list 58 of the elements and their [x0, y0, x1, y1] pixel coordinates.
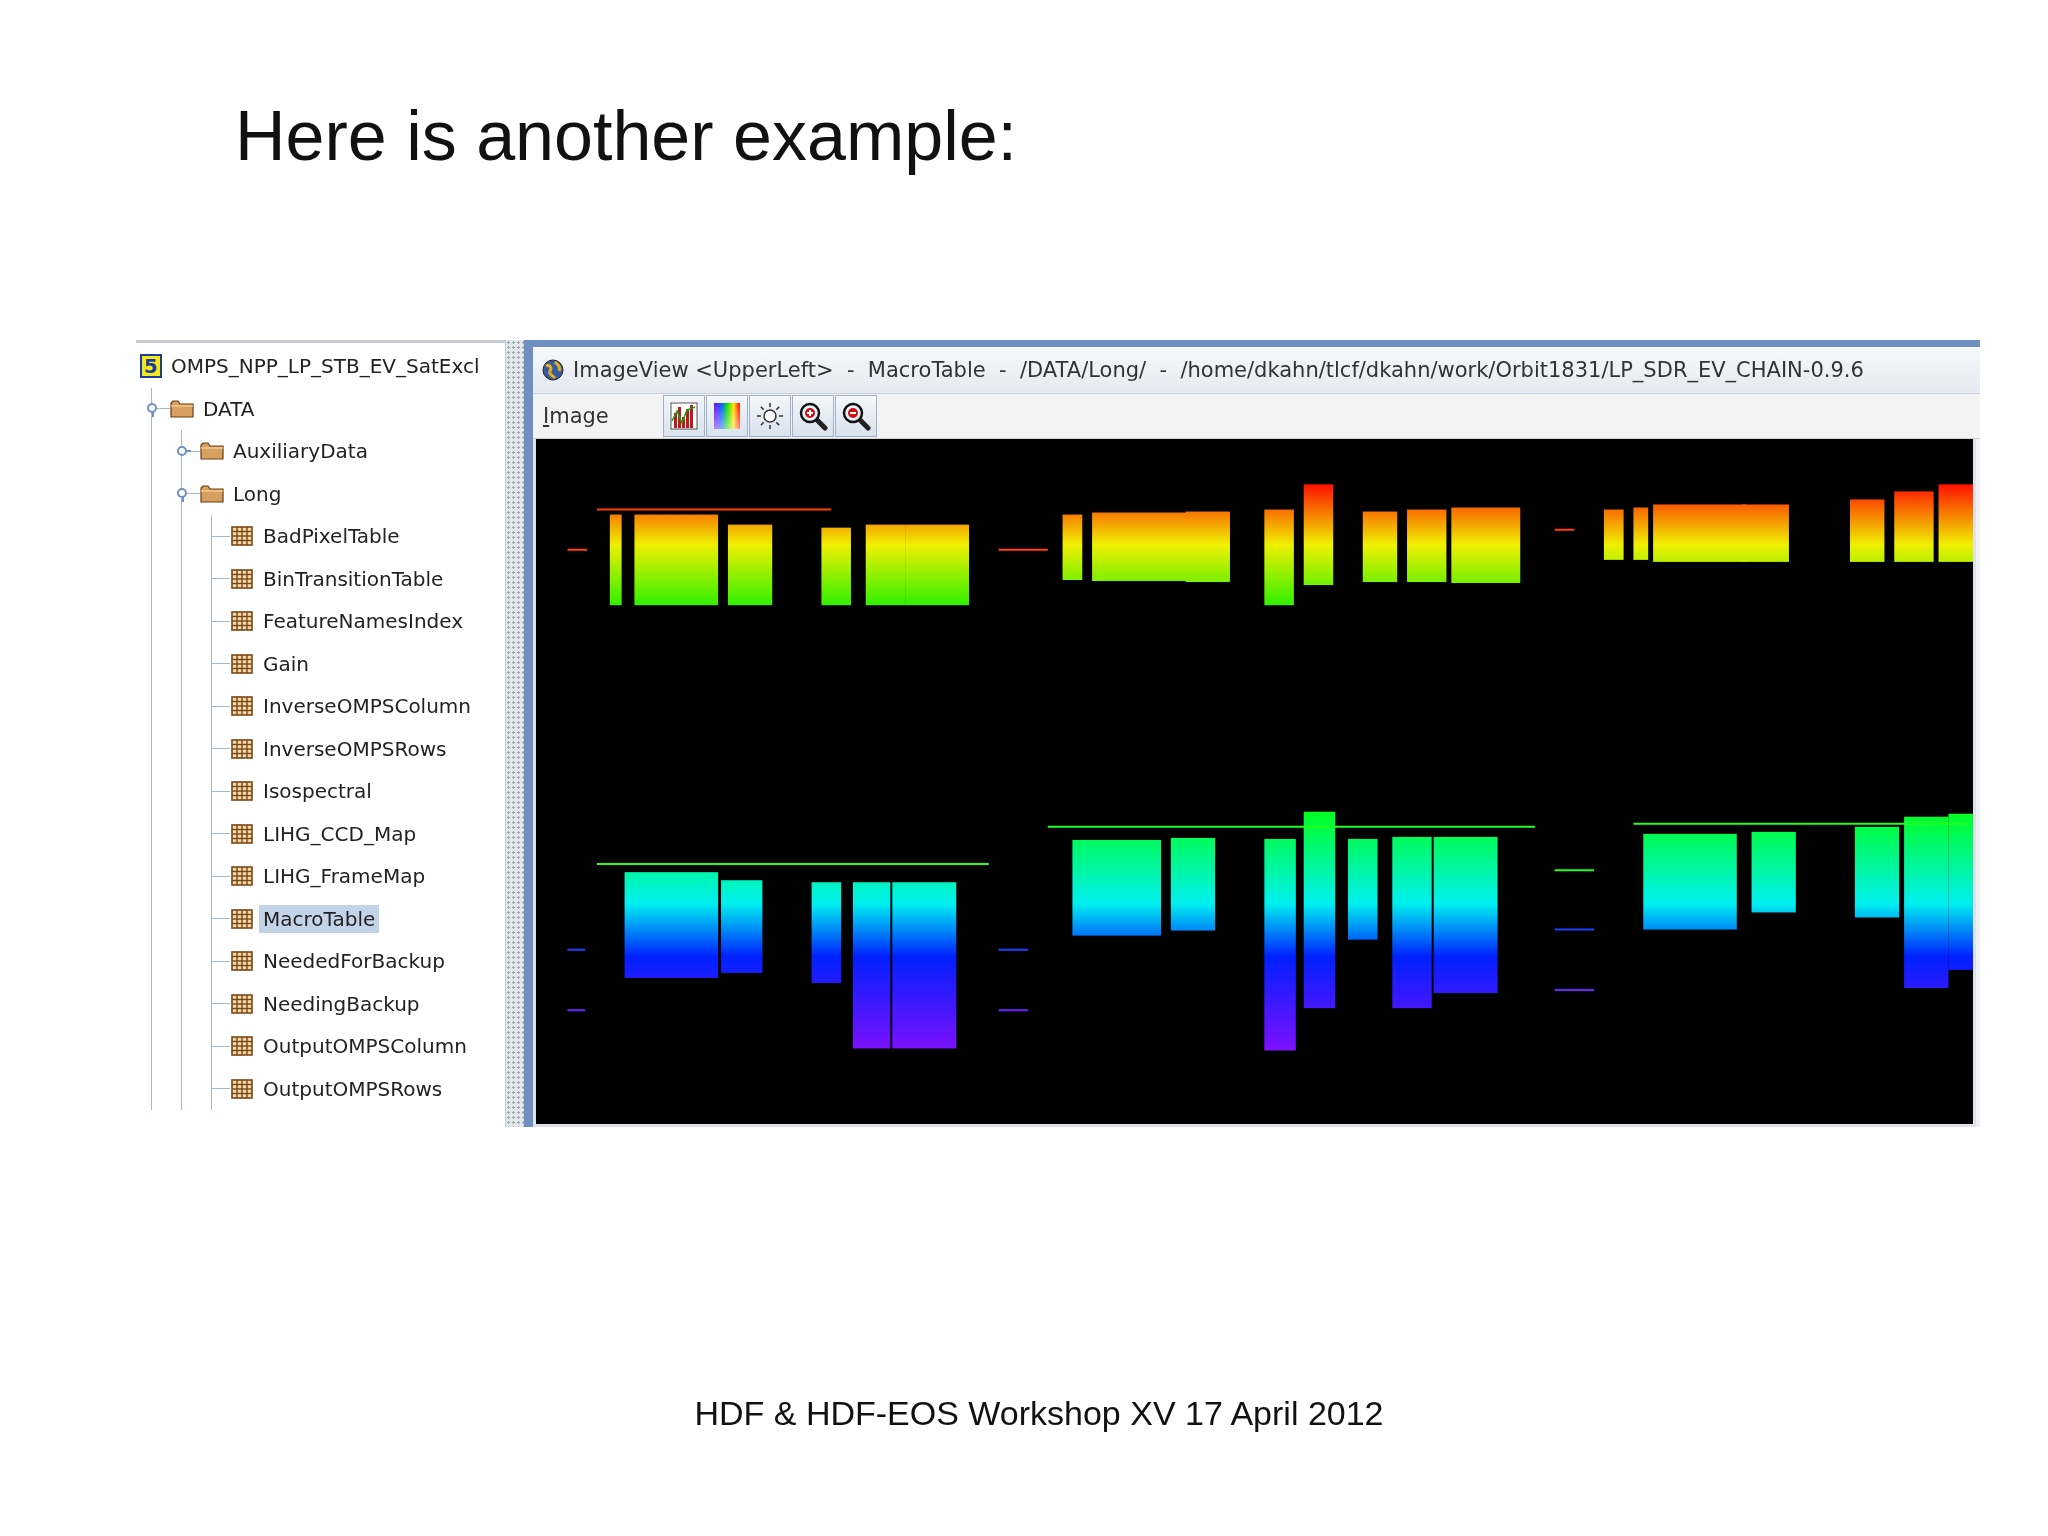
- tree-item[interactable]: NeedingBackup: [259, 989, 424, 1018]
- tree-item[interactable]: LIHG_CCD_Map: [259, 819, 421, 848]
- menu-item[interactable]: Image: [533, 404, 663, 428]
- tree-item[interactable]: FeatureNamesIndex: [259, 607, 468, 636]
- folder-icon: [200, 483, 224, 504]
- globe-icon: [541, 358, 565, 382]
- tree-item[interactable]: DATA: [199, 394, 259, 423]
- tree-item[interactable]: OutputOMPSRows: [259, 1074, 447, 1103]
- data-strip: [1062, 514, 1083, 581]
- table-icon: [230, 992, 254, 1015]
- slide-title: Here is another example:: [235, 96, 1018, 177]
- palette-button[interactable]: [706, 395, 748, 437]
- tree-item[interactable]: InverseOMPSRows: [259, 734, 451, 763]
- brightness-button[interactable]: [749, 395, 791, 437]
- data-strip: [1362, 511, 1398, 583]
- table-icon: [230, 695, 254, 718]
- table-icon: [230, 567, 254, 590]
- table-icon: [230, 950, 254, 973]
- histogram-icon: [669, 401, 699, 431]
- zoom-out-button[interactable]: [835, 395, 877, 437]
- data-strip: [1849, 499, 1885, 562]
- file-icon: 5: [140, 354, 162, 379]
- table-icon: [230, 822, 254, 845]
- brightness-icon: [755, 401, 785, 431]
- tree-item[interactable]: Gain: [259, 649, 313, 678]
- zoom-out-icon: [841, 401, 871, 431]
- data-strip: [1603, 509, 1624, 560]
- folder-icon: [170, 398, 194, 419]
- tree-item[interactable]: Long: [229, 479, 286, 508]
- tree-item[interactable]: MacroTable: [259, 904, 380, 933]
- tree-item[interactable]: BinTransitionTable: [259, 564, 448, 593]
- splitter-handle[interactable]: [505, 340, 524, 1127]
- color-palette-icon: [712, 401, 742, 431]
- table-icon: [230, 1077, 254, 1100]
- slide-footer: HDF & HDF-EOS Workshop XV 17 April 2012: [664, 1394, 1384, 1433]
- zoom-in-icon: [798, 401, 828, 431]
- tree-item[interactable]: BadPixelTable: [259, 522, 404, 551]
- tree-item[interactable]: Isospectral: [259, 777, 376, 806]
- table-icon: [230, 780, 254, 803]
- window-title: ImageView <UpperLeft> - MacroTable - /DATA/Long/ - /home/dkahn/tlcf/dkahn/work/Orbit1831/LP_SDR_EV_CHAIN-0.9.6: [573, 358, 1864, 382]
- table-icon: [230, 610, 254, 633]
- table-icon: [230, 737, 254, 760]
- tree-item[interactable]: AuxiliaryData: [229, 437, 372, 466]
- tree-item[interactable]: LIHG_FrameMap: [259, 862, 430, 891]
- data-strip: [1894, 491, 1934, 562]
- table-icon: [230, 525, 254, 548]
- tree-item[interactable]: OutputOMPSColumn: [259, 1032, 471, 1061]
- table-icon: [230, 652, 254, 675]
- folder-icon: [200, 441, 224, 462]
- table-icon: [230, 865, 254, 888]
- histogram-button[interactable]: [663, 395, 705, 437]
- table-icon: [230, 907, 254, 930]
- tree-item[interactable]: InverseOMPSColumn: [259, 692, 475, 721]
- zoom-in-button[interactable]: [792, 395, 834, 437]
- table-icon: [230, 1035, 254, 1058]
- data-strip: [1633, 507, 1649, 560]
- tree-item[interactable]: OMPS_NPP_LP_STB_EV_SatExcl: [167, 352, 484, 381]
- tree-item[interactable]: NeededForBackup: [259, 947, 449, 976]
